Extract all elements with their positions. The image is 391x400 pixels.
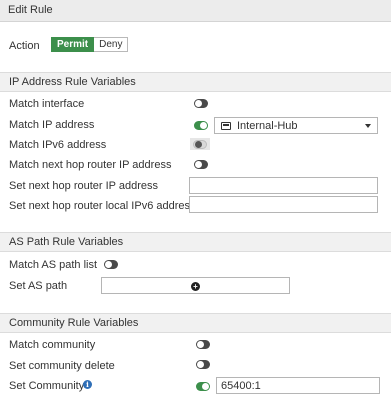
community-section-header: Community Rule Variables (0, 313, 391, 333)
ip-section-header: IP Address Rule Variables (0, 72, 391, 92)
match-community-label: Match community (9, 339, 96, 351)
match-community-toggle[interactable] (196, 340, 210, 349)
set-community-input[interactable] (216, 377, 380, 394)
deny-button[interactable]: Deny (94, 37, 129, 52)
match-ipv6-address-toggle[interactable] (193, 140, 207, 149)
plus-icon[interactable]: + (191, 282, 200, 291)
ip-address-select[interactable]: Internal-Hub (214, 117, 378, 134)
match-ipv6-address-label: Match IPv6 address (9, 139, 107, 151)
chevron-down-icon (365, 124, 371, 128)
set-next-hop-label: Set next hop router IP address (9, 180, 158, 192)
match-ipv6-toggle-wrapper (190, 138, 210, 150)
match-ip-address-toggle[interactable] (194, 121, 208, 130)
set-community-delete-label: Set community delete (9, 360, 115, 372)
set-next-hop-local-ipv6-label: Set next hop router local IPv6 address (9, 200, 196, 212)
action-toggle-group: Permit Deny (51, 37, 129, 52)
set-next-hop-input[interactable] (189, 177, 378, 194)
as-section-title: AS Path Rule Variables (9, 236, 124, 248)
match-as-path-list-label: Match AS path list (9, 259, 98, 271)
info-icon[interactable]: i (83, 380, 92, 389)
ip-section-title: IP Address Rule Variables (9, 76, 136, 88)
permit-button[interactable]: Permit (51, 37, 95, 52)
address-object-icon (221, 122, 231, 130)
match-next-hop-toggle[interactable] (194, 160, 208, 169)
set-community-toggle[interactable] (196, 382, 210, 391)
set-as-path-label: Set AS path (9, 280, 68, 292)
set-community-label: Set Community (9, 380, 85, 392)
match-next-hop-label: Match next hop router IP address (9, 159, 172, 171)
match-interface-toggle[interactable] (194, 99, 208, 108)
match-interface-label: Match interface (9, 98, 85, 110)
dialog-title: Edit Rule (8, 4, 53, 16)
dialog-header: Edit Rule (0, 0, 391, 22)
match-ip-address-label: Match IP address (9, 119, 95, 131)
set-next-hop-local-ipv6-input[interactable] (189, 196, 378, 213)
set-community-delete-toggle[interactable] (196, 360, 210, 369)
as-section-header: AS Path Rule Variables (0, 232, 391, 252)
match-as-path-list-toggle[interactable] (104, 260, 118, 269)
ip-address-select-value: Internal-Hub (237, 120, 298, 132)
community-section-title: Community Rule Variables (9, 317, 139, 329)
action-label: Action (9, 40, 40, 52)
